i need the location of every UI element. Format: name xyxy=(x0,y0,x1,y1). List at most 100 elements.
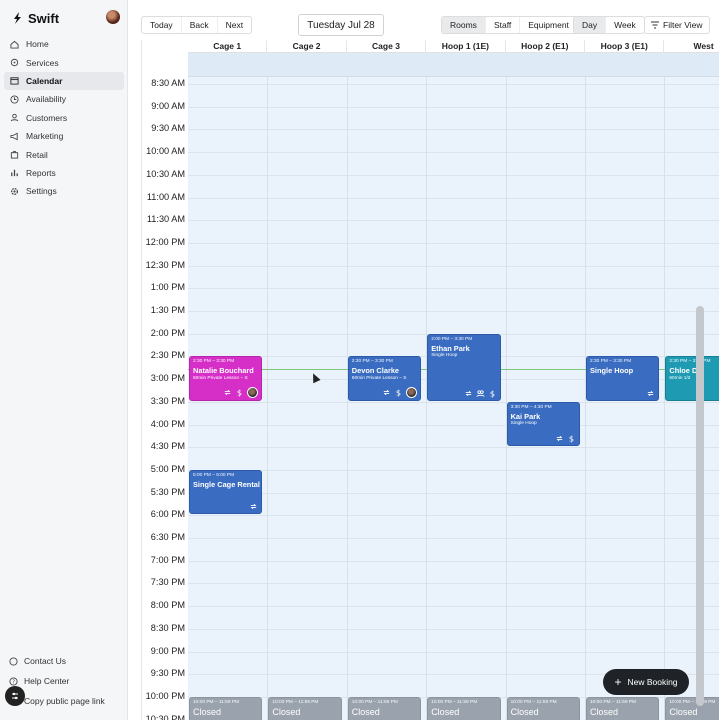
booking-event[interactable]: 2:00 PM – 3:30 PM Ethan Park Single Hoop $ xyxy=(427,333,501,401)
column-divider xyxy=(267,77,269,720)
column-header[interactable]: Cage 1 xyxy=(188,40,268,53)
booking-event[interactable]: 3:30 PM – 4:30 PM Kai Park Single Hoop $ xyxy=(506,401,580,447)
booking-event[interactable]: 2:30 PM – 3:30 PM Single Hoop xyxy=(586,356,660,401)
view-by-staff[interactable]: Staff xyxy=(486,17,521,33)
time-label: 2:30 PM xyxy=(150,350,185,361)
booking-event[interactable]: 2:30 PM – 3:30 PM Natalie Bouchard 60min … xyxy=(189,356,263,401)
user-icon xyxy=(10,114,19,122)
event-title: Closed xyxy=(590,706,619,717)
event-title: Closed xyxy=(669,706,698,717)
event-time: 10:00 PM – 11:59 PM xyxy=(351,699,398,705)
calendar-scrollbar[interactable] xyxy=(696,306,704,706)
new-booking-button[interactable]: + New Booking xyxy=(603,669,689,695)
event-subtitle: Single Hoop xyxy=(510,421,537,427)
next-button[interactable]: Next xyxy=(218,17,251,33)
swift-logo-icon xyxy=(14,12,21,24)
column-header[interactable]: West xyxy=(664,40,719,53)
time-label: 8:30 AM xyxy=(151,78,185,88)
closed-block[interactable]: 10:00 PM – 11:59 PM Closed xyxy=(347,696,422,720)
sliders-icon xyxy=(12,692,18,700)
time-label: 3:00 PM xyxy=(150,373,185,384)
settings-toggle-button[interactable] xyxy=(5,686,25,706)
range-day[interactable]: Day xyxy=(574,17,607,33)
event-title: Closed xyxy=(431,706,460,717)
time-label: 12:30 PM xyxy=(145,259,185,270)
help-center-label: Help Center xyxy=(24,676,70,686)
event-icons xyxy=(249,502,258,511)
sidebar-item-services[interactable]: Services xyxy=(4,53,124,71)
filter-view-label: Filter View xyxy=(663,20,703,30)
help-center-link[interactable]: ? Help Center xyxy=(4,676,124,686)
sidebar-item-label: Availability xyxy=(26,94,67,105)
back-button[interactable]: Back xyxy=(182,17,218,33)
copy-link-label: Copy public page link xyxy=(24,696,105,706)
column-header[interactable]: Hoop 1 (1E) xyxy=(426,40,506,53)
user-avatar[interactable] xyxy=(106,10,120,24)
sidebar-item-calendar[interactable]: Calendar xyxy=(4,71,124,91)
filter-view-button[interactable]: Filter View xyxy=(644,16,710,34)
closed-block[interactable]: 10:00 PM – 11:59 PM Closed xyxy=(586,696,660,720)
sidebar-item-label: Marketing xyxy=(26,131,64,142)
column-header[interactable]: Hoop 2 (E1) xyxy=(505,40,585,53)
closed-block[interactable]: 10:00 PM – 11:59 PM Closed xyxy=(506,696,580,720)
all-day-row[interactable] xyxy=(188,53,719,77)
time-label: 1:30 PM xyxy=(150,305,185,315)
repeat-icon xyxy=(648,390,654,396)
booking-event[interactable]: 2:30 PM – 3:30 PM Devon Clarke 60min Priv… xyxy=(347,356,422,401)
time-label: 11:30 AM xyxy=(146,214,185,225)
time-label: 5:30 PM xyxy=(150,486,185,497)
nav-buttons: Today Back Next xyxy=(141,16,253,34)
calendar-grid: Cage 1 Cage 2 Cage 3 Hoop 1 (1E) Hoop 2 (E1)… xyxy=(141,40,719,720)
gear-icon xyxy=(10,187,19,195)
sidebar-item-settings[interactable]: Settings xyxy=(4,182,124,200)
column-header[interactable]: Cage 3 xyxy=(346,40,427,53)
svg-text:?: ? xyxy=(12,679,15,685)
column-divider xyxy=(505,77,507,720)
app-root: Swift Home Services Calendar Availability Cu… xyxy=(0,0,727,720)
time-label: 2:00 PM xyxy=(150,327,185,338)
column-header[interactable]: Hoop 3 (E1) xyxy=(585,40,665,53)
event-time: 10:00 PM – 11:59 PM xyxy=(669,699,716,705)
dollar-icon: $ xyxy=(237,388,242,397)
sidebar: Swift Home Services Calendar Availability Cu… xyxy=(0,0,128,720)
booking-event[interactable]: 2:30 PM – 3:30 PM Chloe Du 60min 1/2 xyxy=(665,356,719,401)
time-label: 11:00 AM xyxy=(146,191,185,202)
event-title: Closed xyxy=(351,706,380,717)
time-label: 8:00 PM xyxy=(150,600,185,611)
time-label: 10:00 AM xyxy=(146,146,185,157)
sidebar-item-reports[interactable]: Reports xyxy=(4,164,124,182)
svg-text:$: $ xyxy=(490,389,495,398)
time-label: 7:00 PM xyxy=(150,554,185,565)
view-by-toggle: Rooms Staff Equipment xyxy=(441,16,578,34)
svg-text:$: $ xyxy=(237,388,242,397)
closed-block[interactable]: 10:00 PM – 11:59 PM Closed xyxy=(427,696,501,720)
sidebar-item-home[interactable]: Home xyxy=(4,35,124,53)
event-icons: $ xyxy=(464,389,497,398)
booking-event[interactable]: 5:00 PM – 6:00 PM Single Cage Rental xyxy=(189,469,263,515)
retail-icon xyxy=(10,150,19,159)
sidebar-item-marketing[interactable]: Marketing xyxy=(4,127,124,145)
range-week[interactable]: Week xyxy=(606,17,644,33)
event-time: 2:30 PM – 3:30 PM xyxy=(193,359,235,365)
view-by-equipment[interactable]: Equipment xyxy=(520,17,577,33)
event-time: 5:00 PM – 6:00 PM xyxy=(193,472,235,478)
sidebar-item-availability[interactable]: Availability xyxy=(4,90,124,108)
date-picker-button[interactable]: Tuesday Jul 28 xyxy=(298,14,384,36)
clock-icon xyxy=(10,95,19,104)
time-label: 6:30 PM xyxy=(150,532,185,542)
event-title: Chloe Du xyxy=(669,366,702,376)
closed-block[interactable]: 10:00 PM – 11:59 PM Closed xyxy=(268,696,342,720)
event-subtitle: 60min Private Lesson – S xyxy=(351,375,407,381)
brand-logo[interactable]: Swift xyxy=(10,9,59,27)
closed-block[interactable]: 10:00 PM – 11:59 PM Closed xyxy=(189,696,263,720)
column-header[interactable]: Cage 2 xyxy=(267,40,347,53)
time-label: 10:30 PM xyxy=(145,713,185,720)
sidebar-item-customers[interactable]: Customers xyxy=(4,109,124,127)
event-time: 10:00 PM – 11:59 PM xyxy=(193,699,240,705)
today-button[interactable]: Today xyxy=(142,17,182,33)
event-title: Ethan Park xyxy=(431,343,470,353)
closed-block[interactable]: 10:00 PM – 11:59 PM Closed xyxy=(665,696,719,720)
sidebar-item-retail[interactable]: Retail xyxy=(4,145,124,163)
contact-us-link[interactable]: Contact Us xyxy=(4,656,124,666)
view-by-rooms[interactable]: Rooms xyxy=(442,17,486,33)
